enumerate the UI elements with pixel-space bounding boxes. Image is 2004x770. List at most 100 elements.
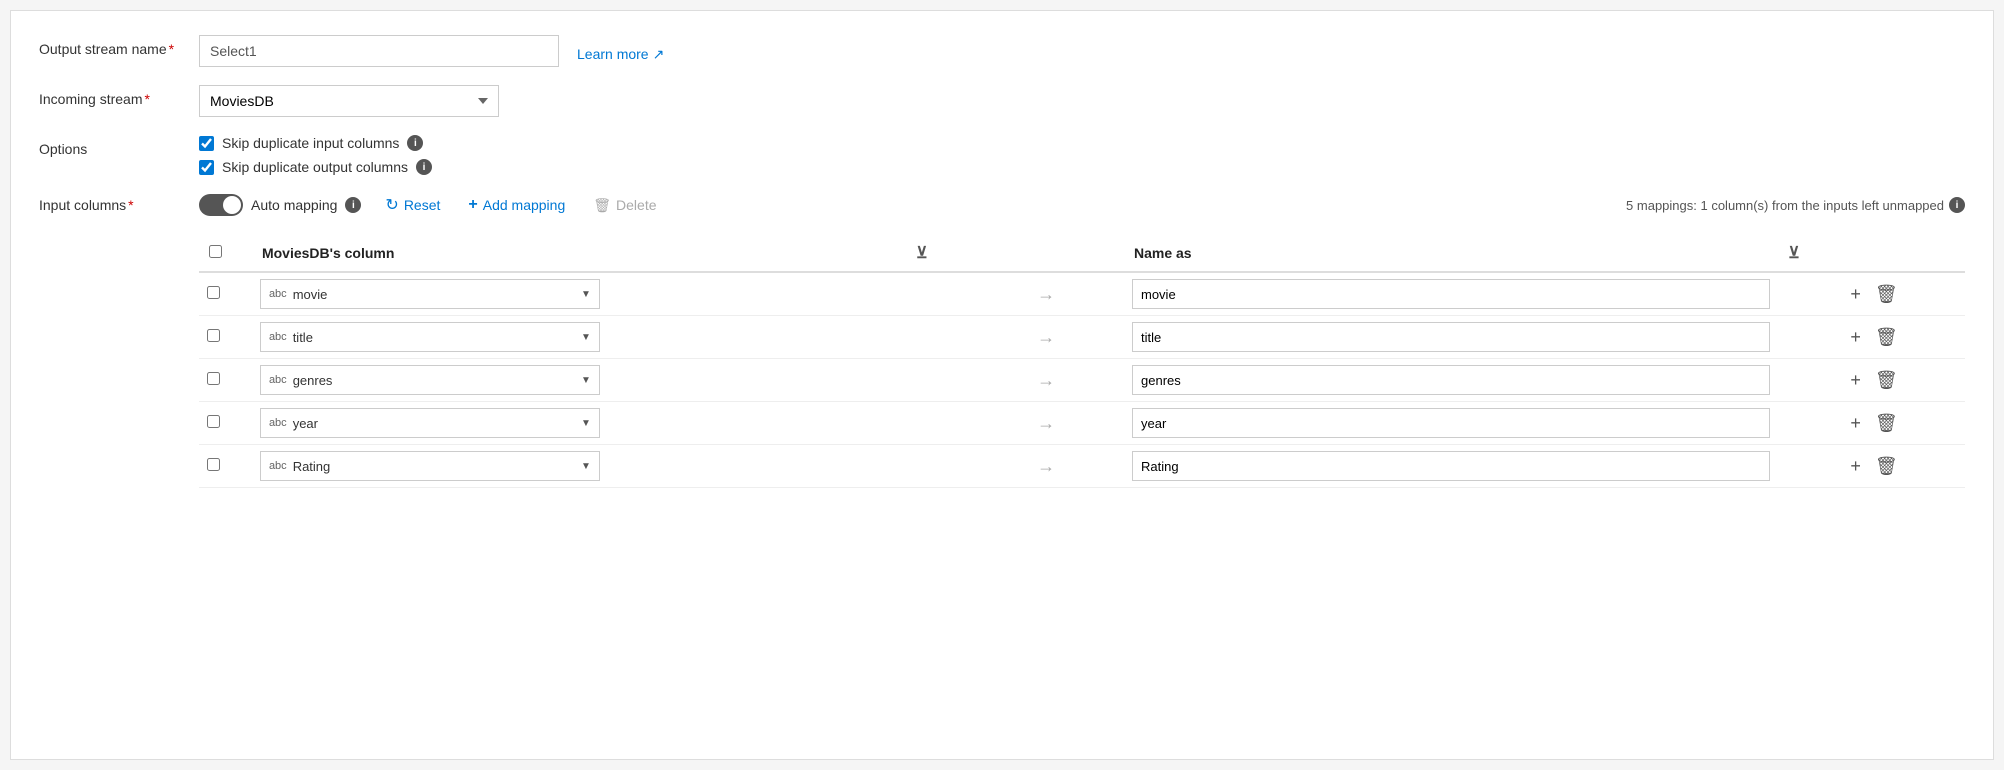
source-field-select[interactable]: abc year ▼ — [260, 408, 600, 438]
delete-row-button[interactable]: 🗑 — [1873, 325, 1900, 350]
source-field-select[interactable]: abc Rating ▼ — [260, 451, 600, 481]
add-row-button[interactable]: + — [1848, 325, 1863, 350]
external-link-icon: ↗ — [653, 46, 665, 63]
source-filter-icon[interactable]: ⊻ — [916, 245, 928, 262]
mappings-info-icon[interactable]: i — [1949, 197, 1965, 213]
reset-icon: ↻ — [385, 195, 398, 215]
auto-mapping-toggle[interactable] — [199, 194, 243, 216]
delete-row-button[interactable]: 🗑 — [1873, 454, 1900, 479]
skip-duplicate-output-row: Skip duplicate output columns i — [199, 159, 1965, 175]
mapping-toolbar: Auto mapping i ↻ Reset + Add mapping 🗑 D… — [199, 193, 1965, 217]
table-row: abc title ▼ → + 🗑 — [199, 316, 1965, 359]
row-checkbox[interactable] — [207, 286, 220, 299]
skip-duplicate-output-label: Skip duplicate output columns — [222, 159, 408, 175]
source-cell: abc title ▼ — [252, 316, 906, 359]
source-dropdown-arrow[interactable]: ▼ — [581, 418, 591, 429]
source-field-select[interactable]: abc title ▼ — [260, 322, 600, 352]
add-row-button[interactable]: + — [1848, 454, 1863, 479]
abc-badge: abc — [269, 460, 287, 472]
source-cell: abc movie ▼ — [252, 272, 906, 316]
row-checkbox-cell — [199, 316, 252, 359]
source-field-value: title — [293, 330, 313, 345]
output-stream-input[interactable] — [199, 35, 559, 67]
auto-mapping-label: Auto mapping — [251, 197, 337, 213]
mappings-info: 5 mappings: 1 column(s) from the inputs … — [1626, 197, 1965, 213]
skip-duplicate-output-info-icon[interactable]: i — [416, 159, 432, 175]
name-filter-header: ⊻ — [1778, 235, 1840, 272]
input-columns-row: Input columns* Auto mapping i ↻ Reset — [39, 193, 1965, 488]
row-actions-cell: + 🗑 — [1840, 316, 1965, 359]
name-as-cell — [1124, 402, 1778, 445]
source-field-value: Rating — [293, 459, 331, 474]
plus-icon: + — [468, 196, 477, 214]
select-all-checkbox[interactable] — [209, 245, 222, 258]
delete-button[interactable]: 🗑 Delete — [589, 195, 660, 216]
source-cell: abc genres ▼ — [252, 359, 906, 402]
source-dropdown-arrow[interactable]: ▼ — [581, 332, 591, 343]
table-row: abc year ▼ → + 🗑 — [199, 402, 1965, 445]
name-as-input[interactable] — [1132, 322, 1770, 352]
name-as-column-header: Name as — [1124, 235, 1778, 272]
row-checkbox-cell — [199, 359, 252, 402]
row-checkbox-cell — [199, 272, 252, 316]
name-as-input[interactable] — [1132, 408, 1770, 438]
arrow-cell: → — [968, 445, 1124, 488]
incoming-stream-select[interactable]: MoviesDB — [199, 85, 499, 117]
source-field-select[interactable]: abc movie ▼ — [260, 279, 600, 309]
main-container: Output stream name* Learn more ↗ Incomin… — [10, 10, 1994, 760]
delete-row-button[interactable]: 🗑 — [1873, 368, 1900, 393]
learn-more-link[interactable]: Learn more ↗ — [577, 40, 664, 63]
row-checkbox[interactable] — [207, 329, 220, 342]
name-as-input[interactable] — [1132, 279, 1770, 309]
name-as-input[interactable] — [1132, 451, 1770, 481]
name-as-input[interactable] — [1132, 365, 1770, 395]
name-as-cell — [1124, 445, 1778, 488]
source-filter-header: ⊻ — [906, 235, 968, 272]
source-field-value: movie — [293, 287, 328, 302]
add-row-button[interactable]: + — [1848, 411, 1863, 436]
name-filter-icon[interactable]: ⊻ — [1788, 245, 1800, 262]
arrow-cell: → — [968, 402, 1124, 445]
auto-mapping-info-icon[interactable]: i — [345, 197, 361, 213]
mapping-arrow: → — [976, 370, 1116, 391]
mapping-arrow: → — [976, 284, 1116, 305]
source-field-select[interactable]: abc genres ▼ — [260, 365, 600, 395]
row-actions-cell: + 🗑 — [1840, 402, 1965, 445]
mapping-arrow: → — [976, 413, 1116, 434]
name-as-cell — [1124, 272, 1778, 316]
skip-duplicate-input-checkbox[interactable] — [199, 136, 214, 151]
add-row-button[interactable]: + — [1848, 282, 1863, 307]
source-dropdown-arrow[interactable]: ▼ — [581, 375, 591, 386]
output-stream-label: Output stream name* — [39, 35, 199, 57]
options-row: Options Skip duplicate input columns i S… — [39, 135, 1965, 175]
arrow-cell: → — [968, 316, 1124, 359]
add-row-button[interactable]: + — [1848, 368, 1863, 393]
add-mapping-button[interactable]: + Add mapping — [464, 194, 569, 216]
row-checkbox[interactable] — [207, 458, 220, 471]
name-as-cell — [1124, 359, 1778, 402]
output-stream-row: Output stream name* Learn more ↗ — [39, 35, 1965, 67]
mapping-arrow: → — [976, 456, 1116, 477]
options-label: Options — [39, 135, 199, 157]
reset-button[interactable]: ↻ Reset — [381, 193, 444, 217]
delete-row-button[interactable]: 🗑 — [1873, 282, 1900, 307]
row-actions-cell: + 🗑 — [1840, 272, 1965, 316]
table-row: abc movie ▼ → + 🗑 — [199, 272, 1965, 316]
source-dropdown-arrow[interactable]: ▼ — [581, 461, 591, 472]
incoming-stream-label: Incoming stream* — [39, 85, 199, 107]
row-checkbox[interactable] — [207, 372, 220, 385]
source-dropdown-arrow[interactable]: ▼ — [581, 289, 591, 300]
table-row: abc genres ▼ → + 🗑 — [199, 359, 1965, 402]
skip-duplicate-input-info-icon[interactable]: i — [407, 135, 423, 151]
mappings-table: MoviesDB's column ⊻ Name as ⊻ — [199, 235, 1965, 488]
source-cell: abc Rating ▼ — [252, 445, 906, 488]
source-field-value: year — [293, 416, 318, 431]
row-checkbox[interactable] — [207, 415, 220, 428]
row-actions-cell: + 🗑 — [1840, 445, 1965, 488]
source-column-header: MoviesDB's column — [252, 235, 906, 272]
row-checkbox-cell — [199, 445, 252, 488]
source-cell: abc year ▼ — [252, 402, 906, 445]
row-checkbox-cell — [199, 402, 252, 445]
delete-row-button[interactable]: 🗑 — [1873, 411, 1900, 436]
skip-duplicate-output-checkbox[interactable] — [199, 160, 214, 175]
